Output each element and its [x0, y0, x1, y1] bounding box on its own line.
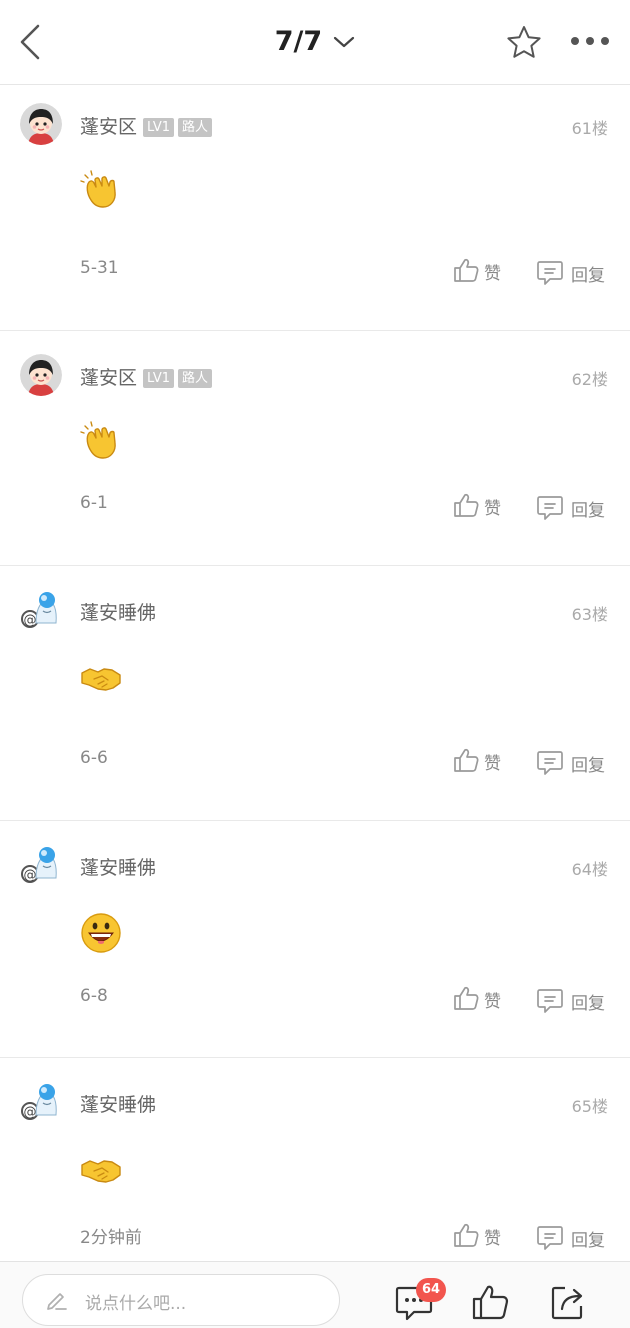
- page-number: 7/7: [274, 26, 323, 57]
- level-badge: LV1: [143, 369, 174, 388]
- post-item: 蓬安睡佛 63楼 6-6 赞 回复: [0, 571, 630, 820]
- divider: [0, 820, 630, 821]
- divider: [0, 565, 630, 566]
- reply-label: 回复: [571, 266, 605, 286]
- thumbs-up-icon: [452, 746, 480, 774]
- username-text: 蓬安睡佛: [80, 1094, 157, 1116]
- thumbs-up-icon: [452, 1221, 480, 1249]
- username[interactable]: 蓬安睡佛: [80, 1090, 156, 1117]
- more-dots-icon[interactable]: [568, 34, 612, 48]
- post-item: 蓬安区 LV1 路人 62楼 6-1 赞 回复: [0, 336, 630, 565]
- chevron-down-icon: [334, 36, 355, 47]
- username[interactable]: 蓬安区 LV1 路人: [80, 363, 213, 390]
- user-avatar[interactable]: [20, 589, 62, 631]
- like-label: 赞: [484, 992, 501, 1012]
- post-item: 蓬安睡佛 64楼 6-8 赞 回复: [0, 826, 630, 1057]
- pencil-icon: [47, 1293, 67, 1310]
- username[interactable]: 蓬安区 LV1 路人: [80, 112, 213, 139]
- user-avatar[interactable]: [20, 1081, 62, 1123]
- username-text: 蓬安睡佛: [80, 602, 157, 624]
- clap-emoji-icon: [80, 170, 122, 212]
- comment-count-badge: 64: [416, 1278, 446, 1302]
- input-placeholder: 说点什么吧...: [85, 1294, 187, 1314]
- post-date: 5-31: [80, 258, 119, 278]
- handshake-emoji-icon: [80, 1149, 122, 1191]
- thumbs-up-icon: [452, 256, 480, 284]
- user-avatar[interactable]: [20, 103, 62, 145]
- grin-emoji-icon: [80, 912, 122, 954]
- username[interactable]: 蓬安睡佛: [80, 853, 156, 880]
- thumbs-up-icon[interactable]: [470, 1282, 510, 1322]
- like-label: 赞: [484, 499, 501, 519]
- username-text: 蓬安睡佛: [80, 857, 157, 879]
- title-badge: 路人: [178, 118, 213, 137]
- username[interactable]: 蓬安睡佛: [80, 598, 156, 625]
- comment-icon: [536, 1223, 564, 1251]
- thumbs-up-icon: [452, 984, 480, 1012]
- post-item: 蓬安区 LV1 路人 61楼 5-31 赞 回复: [0, 85, 630, 330]
- like-label: 赞: [484, 264, 501, 284]
- username-text: 蓬安区: [80, 367, 138, 389]
- thumbs-up-icon: [452, 491, 480, 519]
- post-date: 6-1: [80, 493, 108, 513]
- title-badge: 路人: [178, 369, 213, 388]
- like-label: 赞: [484, 1229, 501, 1249]
- floor-number: 65楼: [571, 1097, 608, 1116]
- reply-label: 回复: [571, 1231, 605, 1251]
- clap-emoji-icon: [80, 421, 122, 463]
- comment-icon: [536, 493, 564, 521]
- floor-number: 64楼: [571, 860, 608, 879]
- post-date: 6-6: [80, 748, 108, 768]
- like-label: 赞: [484, 754, 501, 774]
- floor-number: 63楼: [571, 605, 608, 624]
- star-icon[interactable]: [505, 24, 543, 62]
- reply-label: 回复: [571, 501, 605, 521]
- bottom-bar: 说点什么吧... 64: [0, 1261, 630, 1328]
- username-text: 蓬安区: [80, 116, 138, 138]
- user-avatar[interactable]: [20, 844, 62, 886]
- post-date: 6-8: [80, 986, 108, 1006]
- divider: [0, 330, 630, 331]
- comment-icon: [536, 258, 564, 286]
- post-item: 蓬安睡佛 65楼 2分钟前 赞 回复: [0, 1063, 630, 1261]
- comment-input[interactable]: 说点什么吧...: [22, 1274, 340, 1326]
- reply-label: 回复: [571, 756, 605, 776]
- share-icon[interactable]: [548, 1282, 588, 1322]
- reply-label: 回复: [571, 994, 605, 1014]
- handshake-emoji-icon: [80, 657, 122, 699]
- comment-icon: [536, 986, 564, 1014]
- floor-number: 62楼: [571, 370, 608, 389]
- floor-number: 61楼: [571, 119, 608, 138]
- divider: [0, 1057, 630, 1058]
- post-date: 2分钟前: [80, 1228, 142, 1248]
- comment-icon: [536, 748, 564, 776]
- user-avatar[interactable]: [20, 354, 62, 396]
- top-bar: 7/7: [0, 0, 630, 85]
- level-badge: LV1: [143, 118, 174, 137]
